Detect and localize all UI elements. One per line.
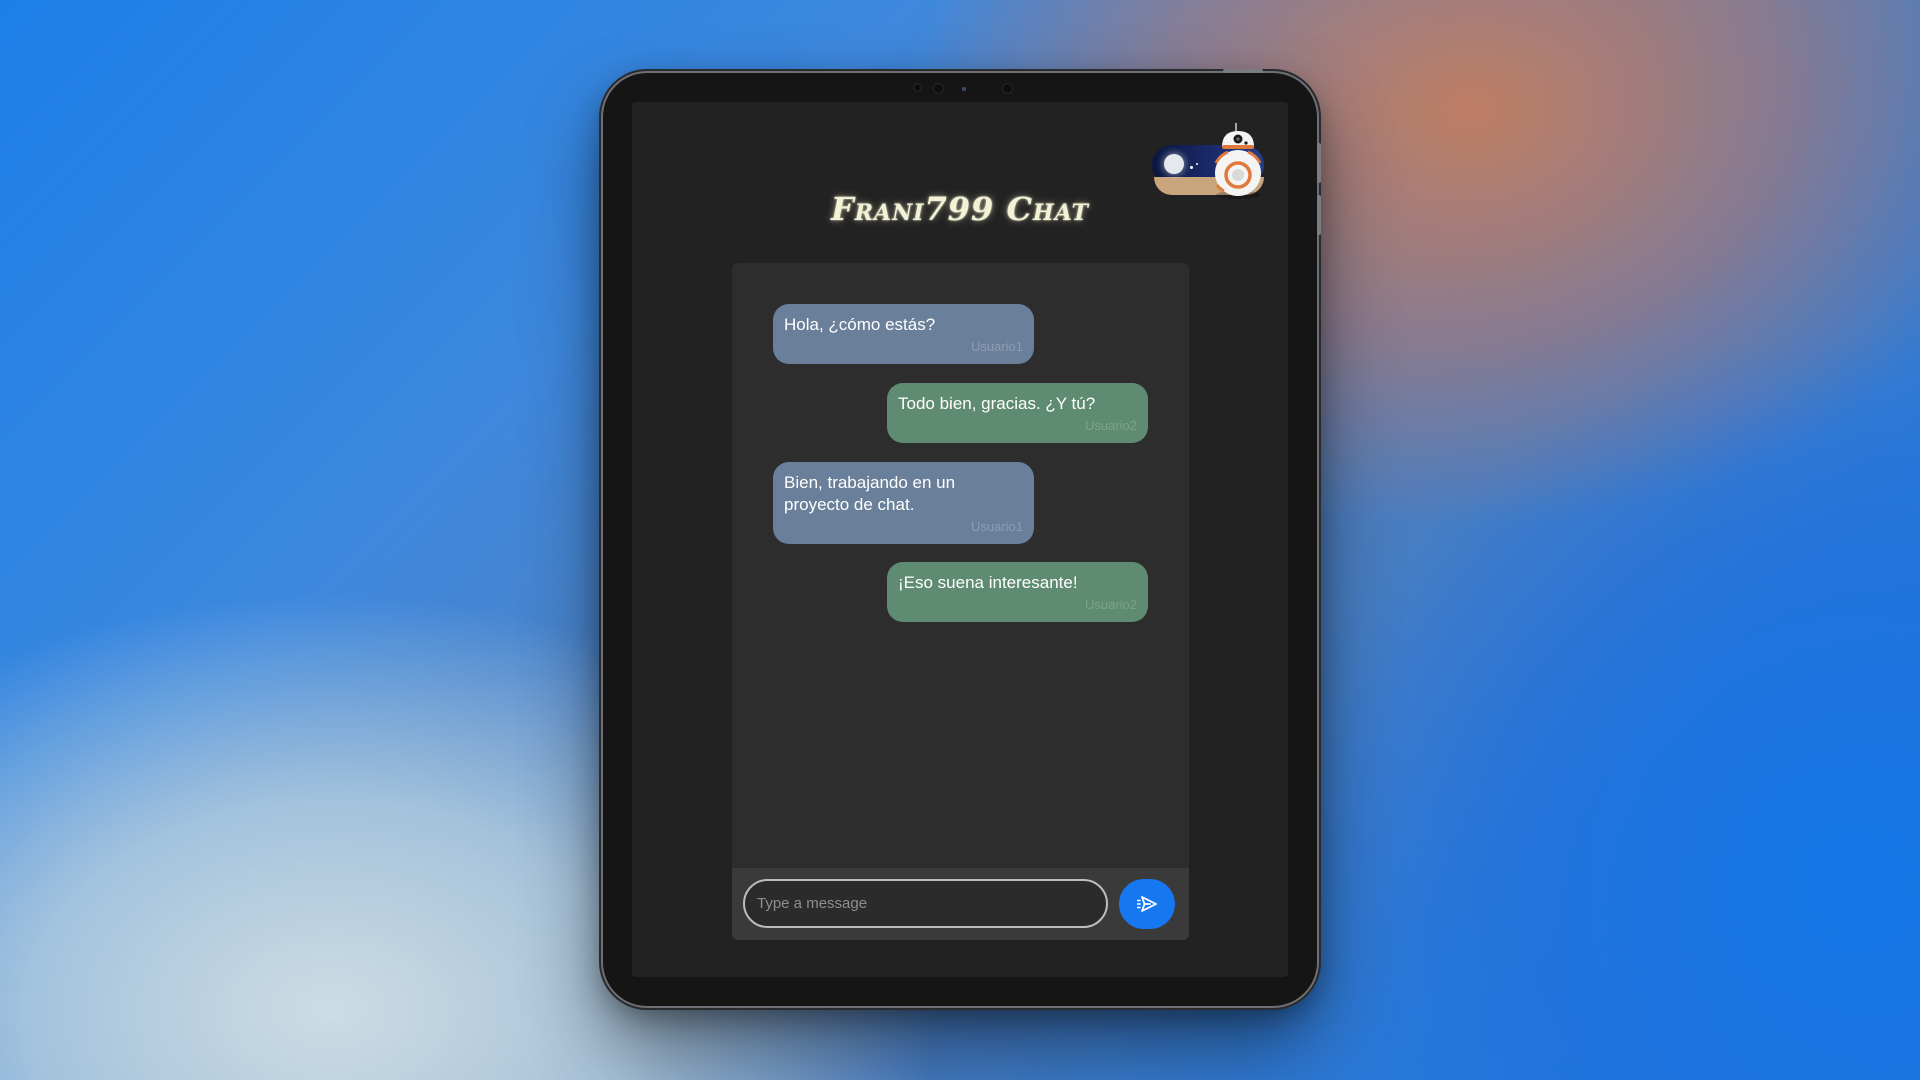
message-list[interactable]: Hola, ¿cómo estás? Usuario1 Todo bien, g… bbox=[732, 263, 1189, 868]
message-author: Usuario2 bbox=[1084, 597, 1137, 612]
camera-indicator bbox=[962, 87, 966, 91]
tablet-volume-down-button bbox=[1317, 195, 1321, 235]
message-bubble-incoming: Hola, ¿cómo estás? Usuario1 bbox=[773, 304, 1034, 364]
camera-sensor bbox=[913, 83, 922, 92]
message-author: Usuario1 bbox=[970, 519, 1023, 534]
send-icon bbox=[1137, 896, 1157, 912]
star-icon bbox=[1196, 163, 1198, 165]
message-text: Todo bien, gracias. ¿Y tú? bbox=[898, 394, 1096, 413]
message-text: Bien, trabajando en un proyecto de chat. bbox=[784, 473, 956, 514]
send-button[interactable] bbox=[1119, 879, 1175, 929]
tablet-volume-up-button bbox=[1317, 143, 1321, 183]
message-text: Hola, ¿cómo estás? bbox=[784, 315, 936, 334]
bb8-droid-icon bbox=[1214, 123, 1262, 199]
message-composer bbox=[732, 868, 1189, 940]
message-author: Usuario1 bbox=[970, 339, 1023, 354]
tablet-device: Frani799 Chat Hola, ¿cómo estás? Usuario… bbox=[603, 69, 1321, 1006]
message-bubble-incoming: Bien, trabajando en un proyecto de chat.… bbox=[773, 462, 1034, 544]
chat-panel: Hola, ¿cómo estás? Usuario1 Todo bien, g… bbox=[732, 263, 1189, 940]
camera-flash bbox=[1002, 83, 1013, 94]
message-bubble-outgoing: ¡Eso suena interesante! Usuario2 bbox=[887, 562, 1148, 622]
message-bubble-outgoing: Todo bien, gracias. ¿Y tú? Usuario2 bbox=[887, 383, 1148, 443]
app-title: Frani799 Chat bbox=[831, 190, 1089, 228]
app-screen: Frani799 Chat Hola, ¿cómo estás? Usuario… bbox=[632, 102, 1288, 977]
star-icon bbox=[1190, 166, 1193, 169]
tablet-top-button bbox=[1223, 69, 1263, 73]
message-text: ¡Eso suena interesante! bbox=[898, 573, 1078, 592]
camera-lens bbox=[933, 83, 944, 94]
moon-icon bbox=[1164, 154, 1184, 174]
message-author: Usuario2 bbox=[1084, 418, 1137, 433]
message-input[interactable] bbox=[743, 879, 1108, 928]
